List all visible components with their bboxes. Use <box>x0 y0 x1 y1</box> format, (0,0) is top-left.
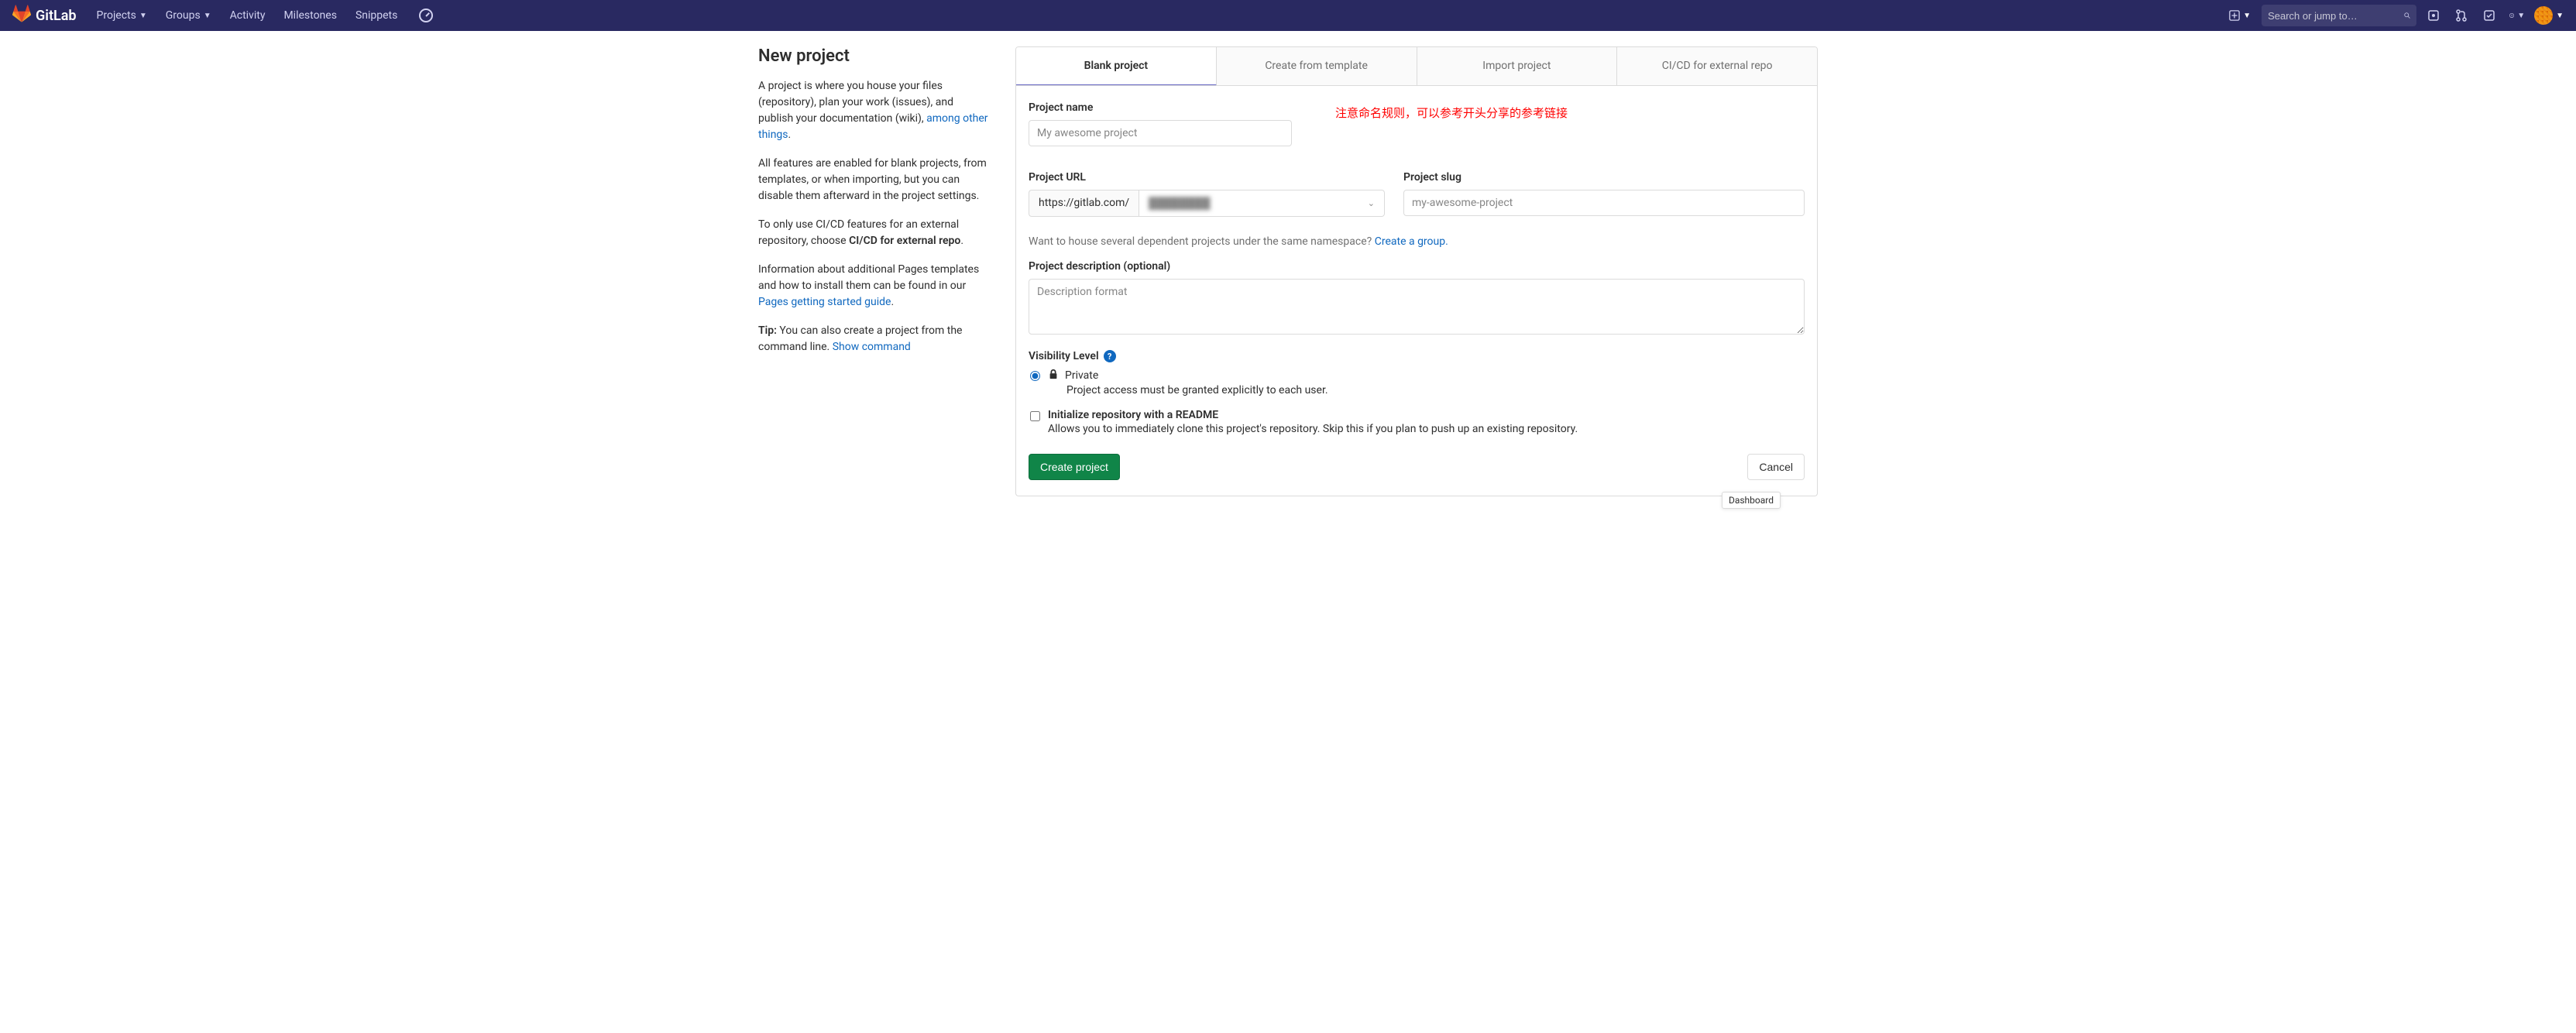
tanuki-icon <box>12 5 31 27</box>
chevron-down-icon: ▼ <box>2517 12 2525 20</box>
dashboard-tooltip: Dashboard <box>1722 492 1781 509</box>
gauge-button[interactable] <box>408 2 441 29</box>
namespace-hint: Want to house several dependent projects… <box>1029 235 1805 248</box>
help-button[interactable]: ? ▼ <box>2509 8 2525 23</box>
nav-groups[interactable]: Groups▼ <box>158 3 219 28</box>
issues-icon <box>2427 9 2440 22</box>
project-name-input[interactable] <box>1029 120 1292 146</box>
gauge-icon <box>419 9 433 22</box>
chevron-down-icon: ▼ <box>2556 12 2564 20</box>
info-paragraph: Tip: You can also create a project from … <box>758 323 991 355</box>
help-icon: ? <box>2509 9 2514 22</box>
user-menu[interactable]: ▼ <box>2534 6 2564 25</box>
svg-text:?: ? <box>2511 14 2512 18</box>
chevron-down-icon: ⌄ <box>1368 198 1375 208</box>
show-command-link[interactable]: Show command <box>833 341 911 353</box>
project-slug-label: Project slug <box>1403 171 1805 184</box>
todos-button[interactable] <box>2482 8 2497 23</box>
search-input[interactable] <box>2268 10 2404 22</box>
readme-title: Initialize repository with a README <box>1048 409 1578 421</box>
info-paragraph: To only use CI/CD features for an extern… <box>758 217 991 249</box>
tab-blank-project[interactable]: Blank project <box>1016 47 1217 86</box>
top-navbar: GitLab Projects▼ Groups▼ Activity Milest… <box>0 0 2576 31</box>
user-avatar <box>2534 6 2553 25</box>
merge-requests-button[interactable] <box>2454 8 2469 23</box>
create-project-button[interactable]: Create project <box>1029 454 1120 480</box>
info-paragraph: A project is where you house your files … <box>758 78 991 143</box>
brand-text: GitLab <box>36 8 77 24</box>
chevron-down-icon: ▼ <box>139 12 147 20</box>
readme-checkbox[interactable] <box>1030 411 1040 421</box>
chevron-down-icon: ▼ <box>2243 12 2251 20</box>
tab-create-from-template[interactable]: Create from template <box>1217 47 1417 85</box>
info-paragraph: All features are enabled for blank proje… <box>758 156 991 204</box>
page-title: New project <box>758 46 991 66</box>
project-name-label: Project name <box>1029 101 1292 114</box>
visibility-private-desc: Project access must be granted explicitl… <box>1066 384 1805 396</box>
project-url-label: Project URL <box>1029 171 1385 184</box>
todos-icon <box>2483 9 2495 22</box>
new-project-form: Project name 注意命名规则，可以参考开头分享的参考链接 Projec… <box>1015 86 1818 496</box>
tab-cicd-external[interactable]: CI/CD for external repo <box>1617 47 1817 85</box>
visibility-label: Visibility Level ? <box>1029 350 1805 362</box>
namespace-select[interactable]: ████████ ⌄ <box>1139 190 1385 217</box>
project-type-tabs: Blank project Create from template Impor… <box>1015 46 1818 86</box>
issues-button[interactable] <box>2426 8 2441 23</box>
nav-snippets[interactable]: Snippets <box>348 3 405 28</box>
nav-activity[interactable]: Activity <box>222 3 273 28</box>
cancel-button[interactable]: Cancel <box>1747 454 1805 480</box>
project-slug-input[interactable] <box>1403 190 1805 216</box>
url-prefix: https://gitlab.com/ <box>1029 190 1139 217</box>
search-box[interactable] <box>2262 5 2416 26</box>
chevron-down-icon: ▼ <box>204 12 211 20</box>
nav-projects[interactable]: Projects▼ <box>89 3 155 28</box>
description-input[interactable] <box>1029 279 1805 335</box>
naming-annotation: 注意命名规则，可以参考开头分享的参考链接 <box>1335 105 1568 121</box>
visibility-private-radio[interactable] <box>1030 371 1040 381</box>
help-icon[interactable]: ? <box>1104 350 1116 362</box>
lock-icon <box>1048 369 1059 383</box>
plus-square-icon <box>2229 10 2240 21</box>
description-label: Project description (optional) <box>1029 260 1805 273</box>
merge-request-icon <box>2455 9 2468 22</box>
search-icon <box>2404 10 2410 21</box>
tab-import-project[interactable]: Import project <box>1417 47 1618 85</box>
readme-desc: Allows you to immediately clone this pro… <box>1048 423 1578 435</box>
visibility-private-title: Private <box>1065 369 1098 382</box>
create-new-button[interactable]: ▼ <box>2224 7 2255 24</box>
pages-guide-link[interactable]: Pages getting started guide <box>758 296 891 308</box>
gitlab-logo[interactable]: GitLab <box>12 5 77 27</box>
nav-milestones[interactable]: Milestones <box>276 3 345 28</box>
info-sidebar: New project A project is where you house… <box>758 46 991 509</box>
namespace-value: ████████ <box>1149 197 1210 210</box>
info-paragraph: Information about additional Pages templ… <box>758 262 991 311</box>
create-group-link[interactable]: Create a group. <box>1375 235 1448 248</box>
